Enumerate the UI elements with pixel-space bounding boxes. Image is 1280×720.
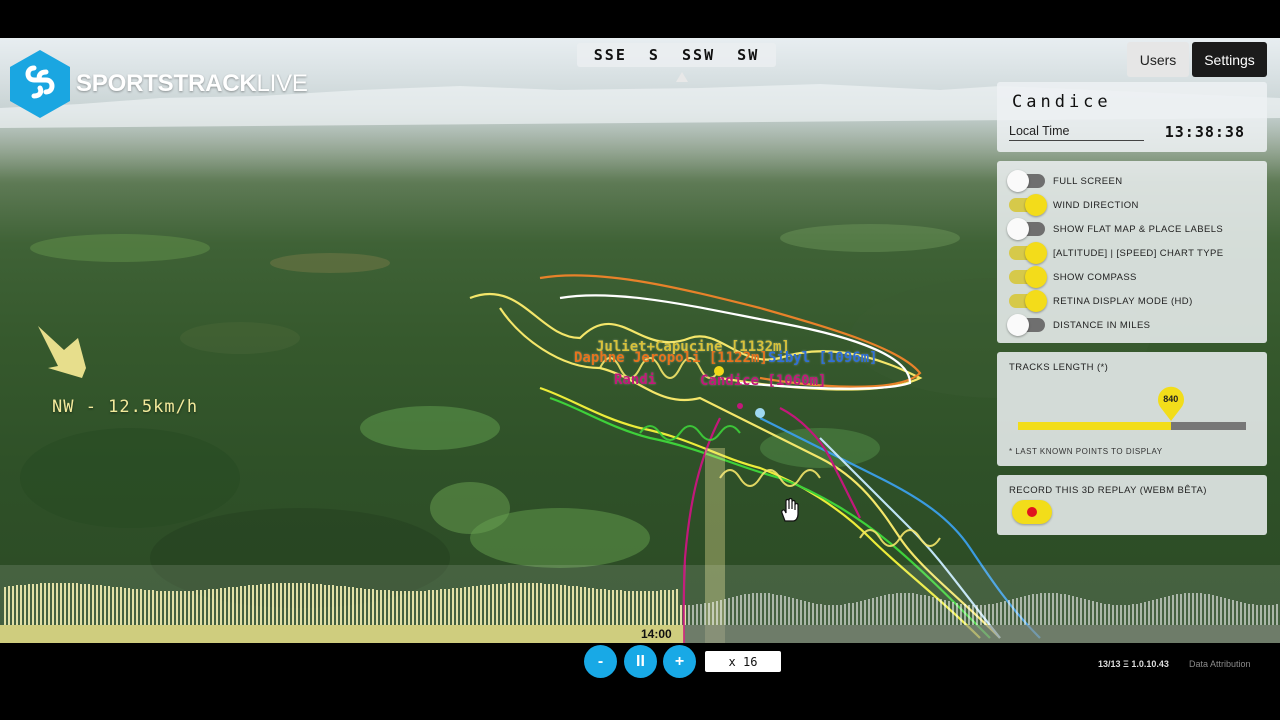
full-screen-toggle[interactable]	[1007, 170, 1045, 192]
users-button[interactable]: Users	[1127, 42, 1189, 77]
option-distance-miles[interactable]: DISTANCE IN MILES	[1007, 314, 1151, 336]
compass-pointer-icon	[676, 72, 688, 82]
wind-readout: NW - 12.5km/h	[52, 397, 199, 417]
option-full-screen[interactable]: FULL SCREEN	[1007, 170, 1123, 192]
show-compass-toggle[interactable]	[1009, 266, 1047, 288]
option-label: [ALTITUDE] | [SPEED] CHART TYPE	[1053, 247, 1224, 259]
pilot-label-sibyl[interactable]: Sibyl [1096m]	[768, 350, 878, 366]
user-info-panel: Candice Local Time 13:38:38	[997, 82, 1267, 152]
chart-type-toggle[interactable]	[1009, 242, 1047, 264]
option-wind-direction[interactable]: WIND DIRECTION	[1009, 194, 1139, 216]
option-label: SHOW FLAT MAP & PLACE LABELS	[1053, 223, 1224, 235]
data-attribution-link[interactable]: Data Attribution	[1189, 659, 1251, 669]
option-label: FULL SCREEN	[1053, 175, 1123, 187]
option-chart-type[interactable]: [ALTITUDE] | [SPEED] CHART TYPE	[1009, 242, 1224, 264]
sportstracklive-logo[interactable]: SPORTSTRACKLIVE	[10, 50, 308, 118]
pilot-label-candice[interactable]: Candice [1060m]	[700, 373, 826, 389]
playback-speed-display[interactable]: x 16	[705, 651, 781, 672]
altitude-timeline[interactable]	[0, 565, 1280, 643]
option-label: RETINA DISPLAY MODE (HD)	[1053, 295, 1193, 307]
compass-strip: SSE S SSW SW	[577, 43, 776, 67]
tracks-length-title: TRACKS LENGTH (*)	[1009, 362, 1109, 373]
local-time-value: 13:38:38	[1164, 123, 1245, 141]
record-title: RECORD THIS 3D REPLAY (WEBM BÊTA)	[1009, 485, 1207, 496]
slow-down-button[interactable]: -	[584, 645, 617, 678]
record-panel: RECORD THIS 3D REPLAY (WEBM BÊTA)	[997, 475, 1267, 535]
settings-button[interactable]: Settings	[1192, 42, 1267, 77]
tracks-length-handle[interactable]: 840	[1157, 386, 1185, 422]
option-flat-map[interactable]: SHOW FLAT MAP & PLACE LABELS	[1007, 218, 1224, 240]
version-info: 13/13 Ξ 1.0.10.43	[1098, 659, 1169, 669]
wind-direction-toggle[interactable]	[1009, 194, 1047, 216]
pilot-label-randi[interactable]: Randi	[614, 372, 656, 388]
pilot-label-daphne[interactable]: Daphne Jeropoli [1122m]	[574, 350, 768, 366]
tracks-length-value: 840	[1163, 394, 1179, 404]
logo-icon	[10, 50, 70, 118]
retina-toggle[interactable]	[1009, 290, 1047, 312]
timeline-time-marker: 14:00	[641, 627, 672, 641]
settings-options-panel: FULL SCREEN WIND DIRECTION SHOW FLAT MAP…	[997, 161, 1267, 343]
tracks-length-slider[interactable]	[1018, 422, 1246, 430]
tracks-length-fill	[1018, 422, 1171, 430]
record-button[interactable]	[1012, 500, 1052, 524]
tracks-length-note: * LAST KNOWN POINTS TO DISPLAY	[1009, 447, 1163, 456]
option-label: DISTANCE IN MILES	[1053, 319, 1151, 331]
option-show-compass[interactable]: SHOW COMPASS	[1009, 266, 1137, 288]
pause-button[interactable]: II	[624, 645, 657, 678]
logo-wordmark: SPORTSTRACKLIVE	[76, 70, 308, 97]
tracks-length-panel: TRACKS LENGTH (*) * LAST KNOWN POINTS TO…	[997, 352, 1267, 466]
option-label: SHOW COMPASS	[1053, 271, 1137, 283]
distance-miles-toggle[interactable]	[1007, 314, 1045, 336]
hand-cursor-icon	[781, 497, 799, 522]
local-time-label: Local Time	[1009, 124, 1144, 141]
user-name: Candice	[1012, 92, 1112, 112]
speed-up-button[interactable]: +	[663, 645, 696, 678]
option-label: WIND DIRECTION	[1053, 199, 1139, 211]
slider-pin-icon	[1157, 386, 1184, 421]
flat-map-toggle[interactable]	[1007, 218, 1045, 240]
record-dot-icon	[1027, 507, 1037, 517]
option-retina[interactable]: RETINA DISPLAY MODE (HD)	[1009, 290, 1193, 312]
